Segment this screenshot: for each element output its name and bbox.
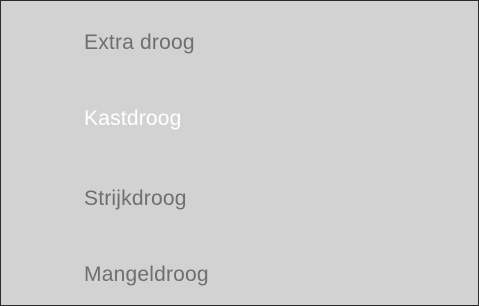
dryness-option-list: Extra droog Kastdroog Strijkdroog Mangel… <box>0 0 479 306</box>
option-kastdroog-selected[interactable]: Kastdroog <box>84 107 182 131</box>
option-strijkdroog[interactable]: Strijkdroog <box>84 187 187 211</box>
option-mangeldroog[interactable]: Mangeldroog <box>84 263 209 287</box>
option-extra-droog[interactable]: Extra droog <box>84 31 195 55</box>
